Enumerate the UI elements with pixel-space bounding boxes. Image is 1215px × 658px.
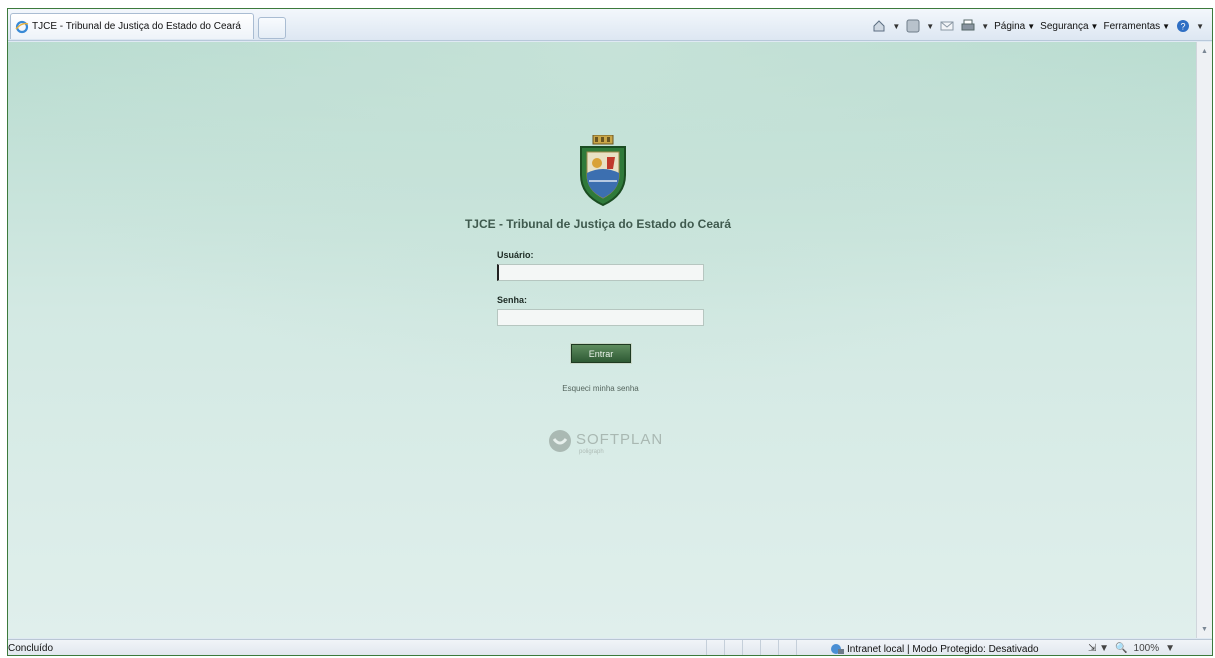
status-cell: [796, 640, 814, 655]
command-bar: ▼ ▼ ▼ Página▼ Segurança▼ Ferramentas▼: [871, 15, 1204, 37]
home-icon[interactable]: [871, 18, 887, 34]
scroll-up-icon[interactable]: ▲: [1197, 44, 1212, 58]
zoom-icon: 🔍: [1115, 643, 1128, 654]
protected-mode-icon[interactable]: ⇲ ▼: [1088, 643, 1109, 654]
menu-seguranca-label: Segurança: [1040, 20, 1089, 32]
feeds-icon[interactable]: [905, 18, 921, 34]
password-label: Senha:: [497, 295, 528, 305]
print-icon[interactable]: [960, 18, 976, 34]
menu-seguranca[interactable]: Segurança ▼: [1040, 21, 1098, 32]
status-text: Concluído: [8, 643, 54, 654]
zoom-level: 100%: [1133, 643, 1160, 654]
svg-text:?: ?: [1181, 22, 1186, 32]
page-content: TJCE - Tribunal de Justiça do Estado do …: [8, 42, 1198, 638]
menu-ferramentas-label: Ferramentas: [1103, 20, 1161, 32]
zoom-area[interactable]: ⇲ ▼ 🔍 100% ▼: [1088, 643, 1175, 654]
intranet-globe-icon: [831, 644, 844, 654]
login-button[interactable]: Entrar: [570, 343, 632, 364]
status-cell: [724, 640, 742, 655]
status-cell: [760, 640, 778, 655]
status-cell: [706, 640, 724, 655]
scroll-down-icon[interactable]: ▼: [1197, 622, 1212, 636]
mail-icon[interactable]: [939, 18, 955, 34]
softplan-logo-icon: [549, 430, 571, 452]
home-dropdown-icon[interactable]: ▼: [892, 22, 900, 31]
status-cell: [742, 640, 760, 655]
ie-favicon-icon: [15, 20, 29, 33]
ceara-coat-of-arms-icon: [580, 135, 626, 207]
softplan-logo: SOFTPLAN poligraph: [546, 425, 666, 461]
softplan-wordmark: SOFTPLAN: [576, 431, 664, 448]
vertical-scrollbar[interactable]: ▲ ▼: [1196, 42, 1212, 638]
security-zone-label: Intranet local | Modo Protegido: Desativ…: [847, 643, 1039, 655]
softplan-subtitle: poligraph: [579, 449, 604, 455]
feeds-dropdown-icon[interactable]: ▼: [926, 22, 934, 31]
status-cell: [778, 640, 796, 655]
chevron-down-icon: ▼: [1162, 21, 1171, 31]
page-title: TJCE - Tribunal de Justiça do Estado do …: [464, 217, 732, 231]
browser-toolbar: TJCE - Tribunal de Justiça do Estado do …: [8, 9, 1212, 41]
zoom-dropdown-icon[interactable]: ▼: [1165, 643, 1175, 654]
tab-title: TJCE - Tribunal de Justiça do Estado do …: [32, 21, 241, 32]
password-input[interactable]: [497, 309, 704, 326]
chevron-down-icon: ▼: [1090, 21, 1099, 31]
username-label: Usuário:: [497, 250, 534, 260]
security-zone[interactable]: Intranet local | Modo Protegido: Desativ…: [830, 643, 1039, 655]
help-icon[interactable]: ?: [1175, 18, 1191, 34]
browser-window: TJCE - Tribunal de Justiça do Estado do …: [7, 8, 1213, 656]
username-input[interactable]: [497, 264, 704, 281]
forgot-password-link[interactable]: Esqueci minha senha: [458, 384, 743, 393]
menu-ferramentas[interactable]: Ferramentas ▼: [1103, 21, 1170, 32]
status-cells: [706, 640, 814, 655]
menu-pagina[interactable]: Página ▼: [994, 21, 1035, 32]
new-tab-button[interactable]: [258, 17, 286, 39]
help-dropdown-icon[interactable]: ▼: [1196, 22, 1204, 31]
status-bar: Concluído Intranet local | Modo Protegid…: [8, 639, 1212, 655]
menu-pagina-label: Página: [994, 20, 1026, 32]
browser-tab[interactable]: TJCE - Tribunal de Justiça do Estado do …: [10, 13, 254, 39]
print-dropdown-icon[interactable]: ▼: [981, 22, 989, 31]
chevron-down-icon: ▼: [1027, 21, 1036, 31]
